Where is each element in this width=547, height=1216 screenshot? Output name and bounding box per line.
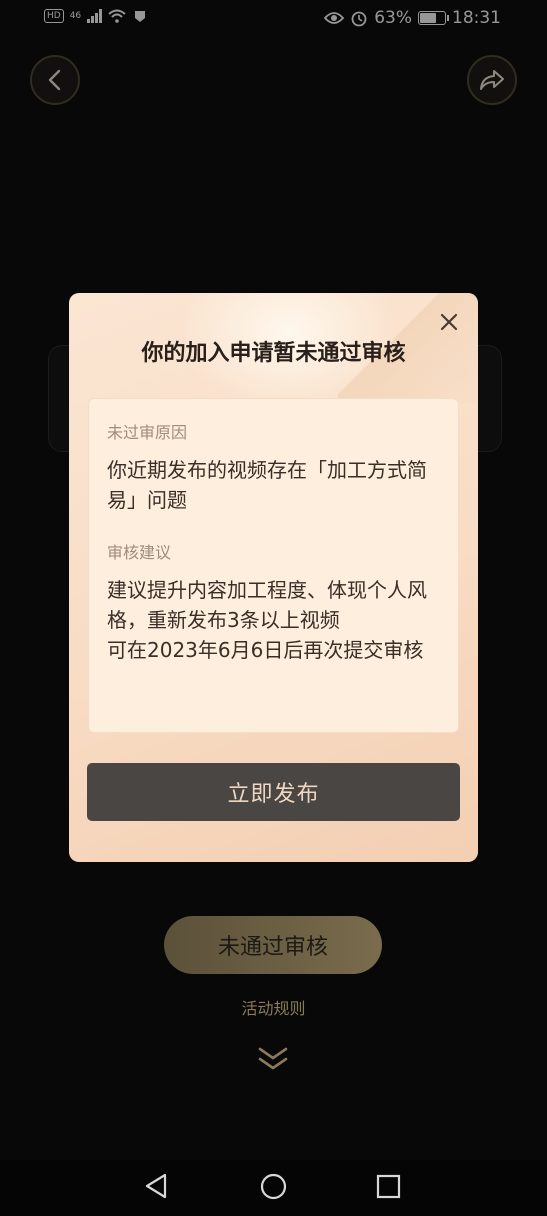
suggestion-label: 审核建议 <box>107 543 172 562</box>
activity-rules-link[interactable]: 活动规则 <box>0 995 547 1019</box>
close-icon <box>440 313 458 331</box>
reason-card: 未过审原因 你近期发布的视频存在「加工方式简易」问题 审核建议 建议提升内容加工… <box>88 398 459 733</box>
review-status-button[interactable]: 未通过审核 <box>164 916 382 974</box>
suggestion-text: 建议提升内容加工程度、体现个人风格，重新发布3条以上视频 可在2023年6月6日… <box>107 575 440 665</box>
publish-now-button[interactable]: 立即发布 <box>87 763 460 821</box>
double-chevron-down-icon[interactable] <box>256 1045 290 1073</box>
suggestion-line: 建议提升内容加工程度、体现个人风格，重新发布3条以上视频 <box>107 578 427 632</box>
close-button[interactable] <box>438 311 460 333</box>
reason-text: 你近期发布的视频存在「加工方式简易」问题 <box>107 458 427 512</box>
dialog-title: 你的加入申请暂未通过审核 <box>141 341 406 366</box>
reason-label: 未过审原因 <box>107 423 188 442</box>
suggestion-line: 可在2023年6月6日后再次提交审核 <box>107 638 424 662</box>
nav-home-icon[interactable] <box>260 1173 287 1200</box>
nav-back-icon[interactable] <box>143 1172 169 1200</box>
review-result-dialog: 你的加入申请暂未通过审核 未过审原因 你近期发布的视频存在「加工方式简易」问题 … <box>69 293 478 862</box>
nav-recent-apps-icon[interactable] <box>376 1174 401 1199</box>
system-nav-bar <box>0 1160 547 1216</box>
